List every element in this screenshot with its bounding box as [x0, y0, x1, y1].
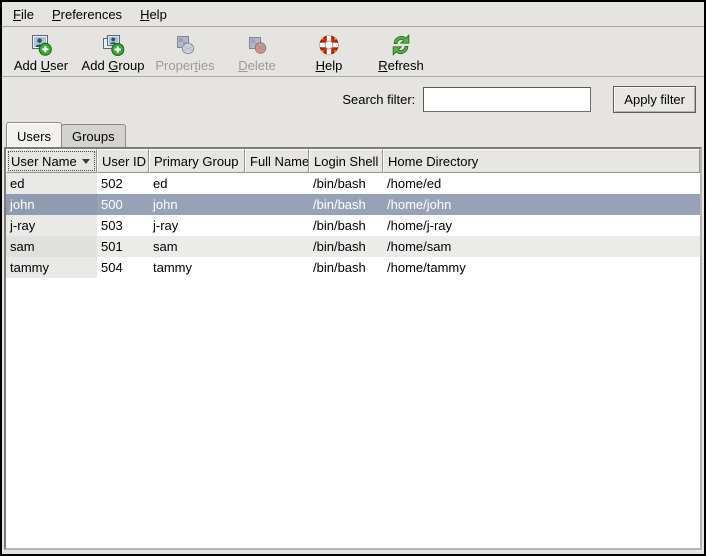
properties-button: Properties	[149, 29, 221, 76]
table-row-ed[interactable]: ed 502 ed /bin/bash /home/ed	[6, 173, 700, 194]
properties-label: Properties	[155, 58, 214, 73]
table-empty-area	[6, 278, 700, 548]
menu-help[interactable]: Help	[131, 4, 176, 25]
refresh-label: Refresh	[378, 58, 424, 73]
cell-home-directory: /home/sam	[383, 236, 700, 257]
table-row-j-ray[interactable]: j-ray 503 j-ray /bin/bash /home/j-ray	[6, 215, 700, 236]
cell-primary-group: tammy	[149, 257, 245, 278]
column-header-home-directory[interactable]: Home Directory	[383, 149, 700, 173]
add-user-button[interactable]: Add User	[5, 29, 77, 76]
cell-primary-group: j-ray	[149, 215, 245, 236]
help-icon	[317, 33, 341, 57]
cell-user-name: tammy	[6, 257, 97, 278]
cell-home-directory: /home/ed	[383, 173, 700, 194]
sort-descending-icon	[82, 159, 90, 164]
search-filter-label: Search filter:	[342, 92, 415, 107]
cell-user-id: 500	[97, 194, 149, 215]
cell-login-shell: /bin/bash	[309, 194, 383, 215]
cell-user-name: sam	[6, 236, 97, 257]
cell-full-name	[245, 257, 309, 278]
cell-user-id: 502	[97, 173, 149, 194]
cell-user-id: 503	[97, 215, 149, 236]
users-table: User Name User ID Primary Group Full Nam…	[4, 147, 702, 550]
tab-strip: Users Groups	[2, 115, 704, 147]
table-header-row: User Name User ID Primary Group Full Nam…	[6, 149, 700, 173]
cell-login-shell: /bin/bash	[309, 257, 383, 278]
menubar: File Preferences Help	[2, 2, 704, 27]
apply-filter-button[interactable]: Apply filter	[613, 86, 696, 113]
properties-icon	[173, 33, 197, 57]
tab-groups[interactable]: Groups	[61, 124, 126, 147]
toolbar: Add User Add Group	[2, 27, 704, 77]
column-header-primary-group[interactable]: Primary Group	[149, 149, 245, 173]
refresh-button[interactable]: Refresh	[365, 29, 437, 76]
cell-login-shell: /bin/bash	[309, 173, 383, 194]
search-filter-row: Search filter: Apply filter	[2, 77, 704, 113]
help-button[interactable]: Help	[293, 29, 365, 76]
table-row-john-selected[interactable]: john 500 john /bin/bash /home/john	[6, 194, 700, 215]
cell-user-id: 504	[97, 257, 149, 278]
delete-button: Delete	[221, 29, 293, 76]
add-group-icon	[101, 33, 125, 57]
table-body: ed 502 ed /bin/bash /home/ed john 500 jo…	[6, 173, 700, 548]
delete-icon	[245, 33, 269, 57]
search-filter-input[interactable]	[423, 87, 591, 112]
cell-primary-group: ed	[149, 173, 245, 194]
add-group-label: Add Group	[82, 58, 145, 73]
cell-login-shell: /bin/bash	[309, 215, 383, 236]
column-header-login-shell[interactable]: Login Shell	[309, 149, 383, 173]
tab-users[interactable]: Users	[6, 122, 62, 147]
cell-primary-group: john	[149, 194, 245, 215]
column-header-full-name[interactable]: Full Name	[245, 149, 309, 173]
cell-home-directory: /home/tammy	[383, 257, 700, 278]
add-user-label: Add User	[14, 58, 68, 73]
add-user-icon	[29, 33, 53, 57]
cell-primary-group: sam	[149, 236, 245, 257]
cell-user-name: ed	[6, 173, 97, 194]
cell-user-name: john	[6, 194, 97, 215]
menu-file[interactable]: File	[4, 4, 43, 25]
menu-preferences[interactable]: Preferences	[43, 4, 131, 25]
cell-full-name	[245, 173, 309, 194]
column-header-user-name[interactable]: User Name	[6, 149, 97, 173]
add-group-button[interactable]: Add Group	[77, 29, 149, 76]
table-row-sam[interactable]: sam 501 sam /bin/bash /home/sam	[6, 236, 700, 257]
help-label: Help	[316, 58, 343, 73]
cell-full-name	[245, 236, 309, 257]
cell-full-name	[245, 215, 309, 236]
user-manager-window: File Preferences Help Add User	[0, 0, 706, 556]
cell-home-directory: /home/j-ray	[383, 215, 700, 236]
table-row-tammy[interactable]: tammy 504 tammy /bin/bash /home/tammy	[6, 257, 700, 278]
cell-full-name	[245, 194, 309, 215]
cell-user-name: j-ray	[6, 215, 97, 236]
cell-home-directory: /home/john	[383, 194, 700, 215]
column-header-user-id[interactable]: User ID	[97, 149, 149, 173]
delete-label: Delete	[238, 58, 276, 73]
refresh-icon	[389, 33, 413, 57]
cell-login-shell: /bin/bash	[309, 236, 383, 257]
cell-user-id: 501	[97, 236, 149, 257]
